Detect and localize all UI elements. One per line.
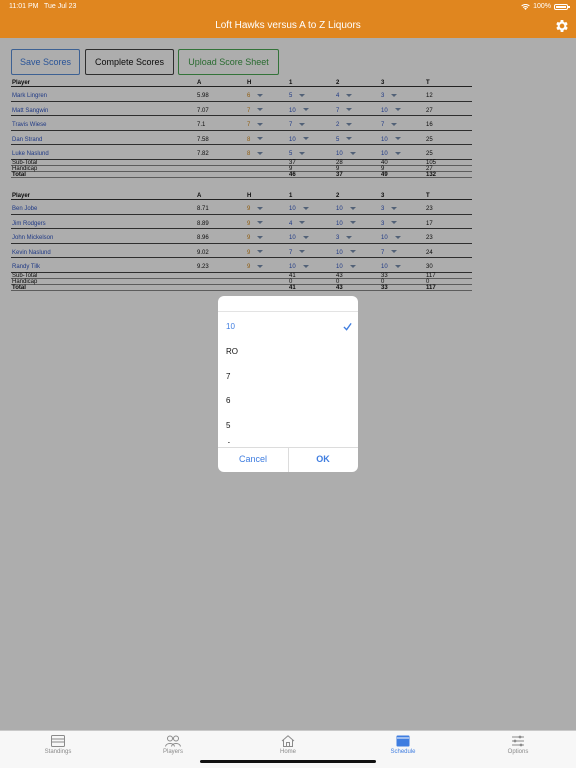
picker-option[interactable]: 4 — [226, 441, 230, 443]
tab-players[interactable]: Players — [133, 735, 213, 755]
tab-options[interactable]: Options — [478, 735, 558, 755]
tab-schedule[interactable]: Schedule — [363, 735, 443, 755]
status-date: Tue Jul 23 — [44, 3, 77, 10]
tab-label: Players — [162, 749, 183, 755]
options-icon — [512, 735, 524, 747]
home-indicator — [200, 760, 376, 763]
picker-option[interactable]: 7 — [226, 372, 230, 381]
tab-label: Options — [507, 749, 529, 755]
status-bar: 11:01 PM Tue Jul 23 100% — [0, 0, 576, 14]
picker-option[interactable]: RO — [226, 347, 238, 356]
page-title: Loft Hawks versus A to Z Liquors — [215, 20, 361, 31]
tab-label: Home — [279, 749, 296, 755]
picker-option[interactable]: 6 — [226, 396, 230, 405]
picker-header — [218, 296, 358, 312]
gear-icon[interactable] — [554, 18, 570, 34]
schedule-icon — [396, 735, 410, 747]
tab-home[interactable]: Home — [248, 735, 328, 755]
nav-bar: Loft Hawks versus A to Z Liquors — [0, 14, 576, 38]
cancel-button[interactable]: Cancel — [218, 454, 288, 464]
picker-option[interactable]: 5 — [226, 421, 230, 430]
checkmark-icon — [343, 322, 352, 331]
status-right: 100% — [521, 3, 570, 10]
home-icon — [281, 735, 295, 747]
score-picker: 10 RO 7 6 5 4 Cancel OK — [218, 296, 358, 472]
players-icon — [165, 735, 181, 747]
battery-percent: 100% — [533, 3, 551, 10]
wifi-icon — [521, 3, 530, 10]
picker-options[interactable]: 10 RO 7 6 5 4 — [218, 312, 358, 443]
picker-option[interactable]: 10 — [226, 322, 235, 331]
tab-label: Schedule — [390, 749, 416, 755]
tab-label: Standings — [44, 749, 72, 755]
standings-icon — [51, 735, 65, 747]
ok-button[interactable]: OK — [288, 454, 358, 464]
tab-standings[interactable]: Standings — [18, 735, 98, 755]
status-time: 11:01 PM — [9, 3, 39, 10]
battery-icon — [554, 3, 570, 10]
